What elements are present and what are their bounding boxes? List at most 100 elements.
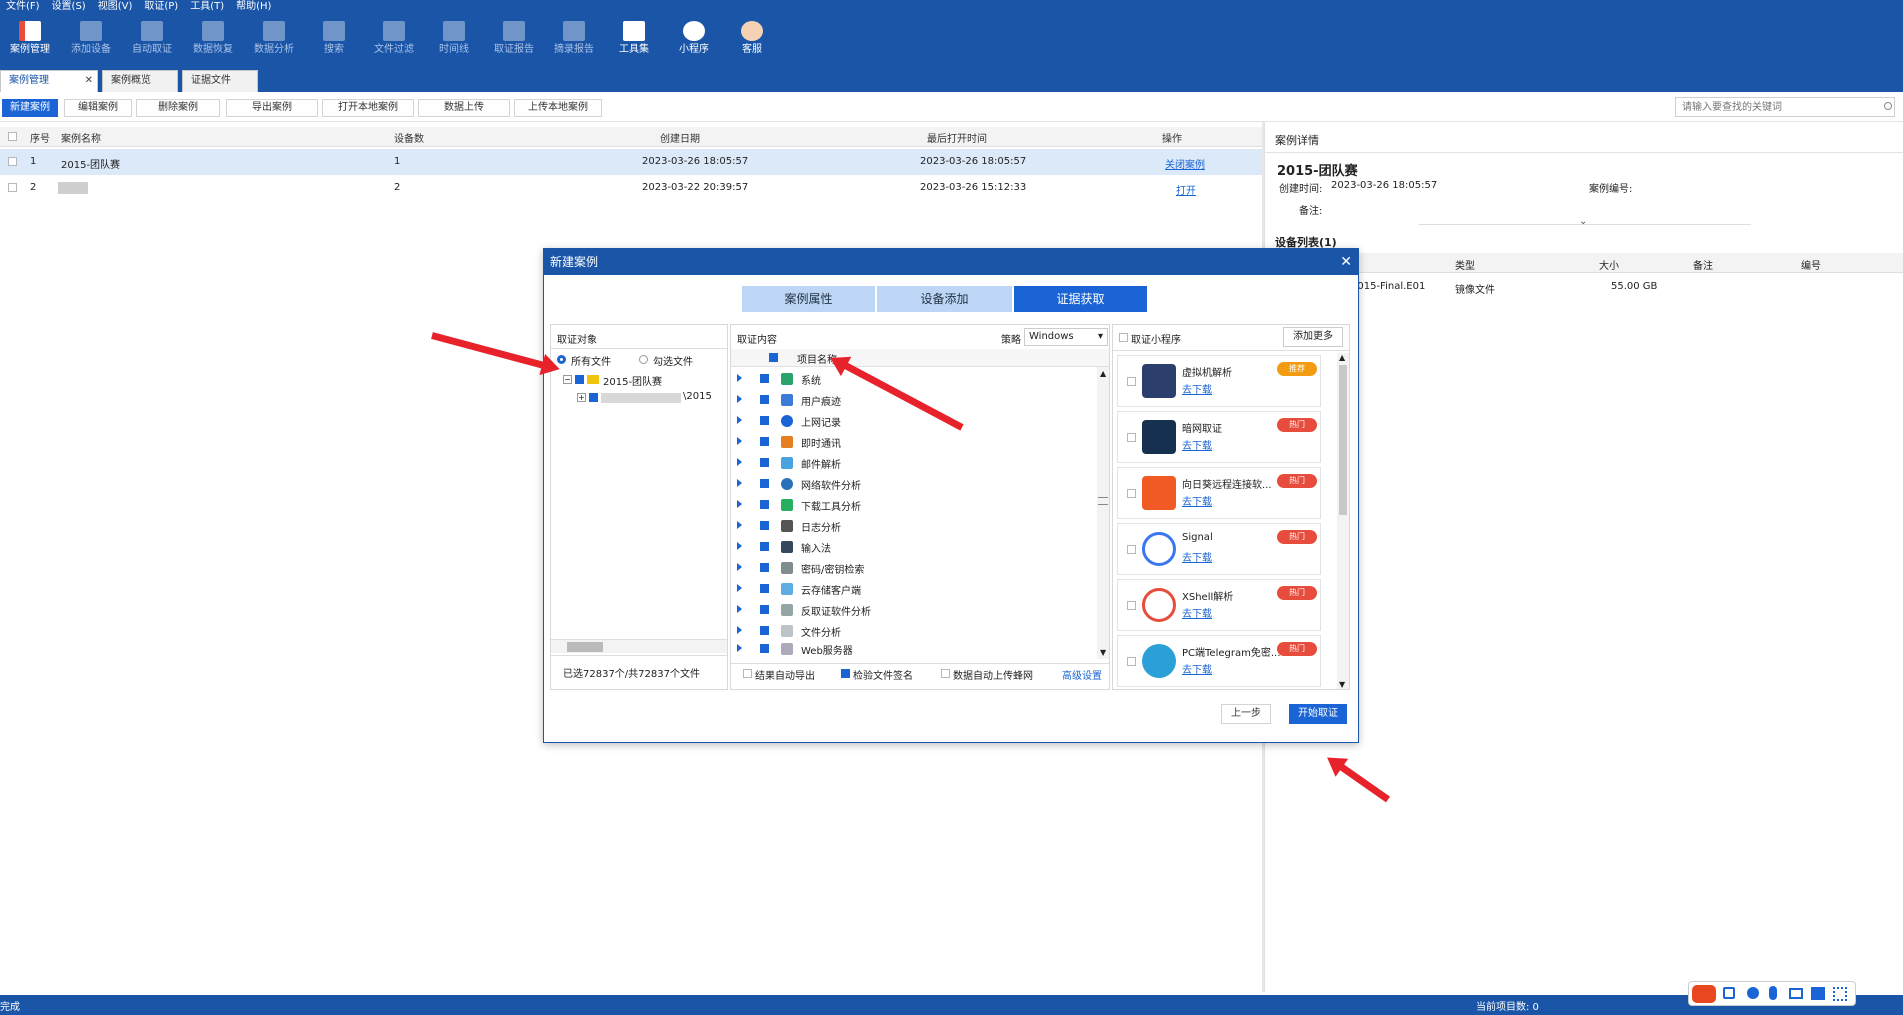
toolbar-recover-button[interactable]: 数据恢复 [183,16,243,62]
scroll-thumb[interactable] [1098,497,1108,505]
expand-icon[interactable] [737,521,742,529]
punct-icon[interactable] [1747,987,1759,999]
app-checkbox[interactable] [1127,433,1136,442]
toolbar-search-button[interactable]: 搜索 [304,16,364,62]
download-link[interactable]: 去下载 [1182,605,1212,620]
h-scrollbar[interactable] [551,639,727,653]
select-all-checkbox[interactable] [8,132,17,141]
list-item[interactable]: 下载工具分析 [737,495,1097,515]
toolbar-miniapp-button[interactable]: 小程序 [664,16,724,62]
ime-toolbar[interactable] [1688,981,1856,1006]
list-item[interactable]: 输入法 [737,537,1097,557]
scroll-up-icon[interactable]: ▲ [1100,369,1106,378]
miniapp-card[interactable]: XShell解析 去下载 热门 [1117,579,1321,631]
last-item-row[interactable]: Web服务器 [737,639,1103,659]
collapse-icon[interactable]: − [563,375,572,384]
step-evidence[interactable]: 证据获取 [1014,286,1147,312]
app-checkbox[interactable] [1127,601,1136,610]
delete-case-button[interactable]: 删除案例 [136,99,220,117]
lang-icon[interactable] [1723,987,1735,999]
list-item[interactable]: 系统 [737,369,1097,389]
item-checkbox[interactable] [760,626,769,635]
device-row[interactable]: 2015-Final.E01 镜像文件 55.00 GB [1275,277,1903,299]
v-scrollbar[interactable]: ▲ ▼ [1337,353,1349,689]
scroll-up-icon[interactable]: ▲ [1339,353,1345,362]
toolbar-case-manage-button[interactable]: 案例管理 [0,16,60,62]
scroll-down-icon[interactable]: ▼ [1100,648,1106,657]
toolbar-analysis-button[interactable]: 数据分析 [244,16,304,62]
miniapp-card[interactable]: 向日葵远程连接软... 去下载 热门 [1117,467,1321,519]
expand-icon[interactable] [737,584,742,592]
item-checkbox[interactable] [760,416,769,425]
menu-file[interactable]: 文件(F) [0,0,46,13]
toolbar-toolset-button[interactable]: 工具集 [604,16,664,62]
row-checkbox[interactable] [8,157,17,166]
toolbar-support-button[interactable]: 客服 [722,16,782,62]
auto-upload-checkbox[interactable] [941,669,950,678]
toolbar-timeline-button[interactable]: 时间线 [424,16,484,62]
list-item[interactable]: 反取证软件分析 [737,600,1097,620]
grid-icon[interactable] [1833,987,1847,1001]
item-checkbox[interactable] [760,374,769,383]
toolbar-auto-button[interactable]: 自动取证 [122,16,182,62]
menu-settings[interactable]: 设置(S) [46,0,92,13]
list-item[interactable]: 文件分析 [737,621,1097,639]
open-case-link[interactable]: 打开 [1176,182,1196,197]
close-icon[interactable]: ✕ [1340,249,1352,275]
list-item[interactable]: 密码/密钥检索 [737,558,1097,578]
list-item[interactable]: 日志分析 [737,516,1097,536]
advanced-settings-link[interactable]: 高级设置 [1062,667,1102,682]
item-checkbox[interactable] [760,479,769,488]
tab-case-manage[interactable]: 案例管理 ✕ [0,70,98,92]
item-checkbox[interactable] [760,584,769,593]
skin-icon[interactable] [1811,987,1825,1000]
expand-icon[interactable] [737,563,742,571]
scroll-thumb[interactable] [567,642,603,652]
miniapp-card[interactable]: PC端Telegram免密... 去下载 热门 [1117,635,1321,687]
upload-local-case-button[interactable]: 上传本地案例 [514,99,602,117]
item-checkbox[interactable] [760,458,769,467]
item-checkbox[interactable] [760,563,769,572]
expand-icon[interactable] [737,644,742,652]
table-row[interactable]: 1 2015-团队赛 1 2023-03-26 18:05:57 2023-03… [0,149,1262,175]
expand-icon[interactable] [737,374,742,382]
miniapp-card[interactable]: Signal 去下载 热门 [1117,523,1321,575]
toolbar-report-button[interactable]: 取证报告 [484,16,544,62]
keyboard-icon[interactable] [1789,988,1803,999]
expand-icon[interactable] [737,395,742,403]
scroll-down-icon[interactable]: ▼ [1339,680,1345,689]
expand-icon[interactable] [737,500,742,508]
expand-icon[interactable]: + [577,393,586,402]
auto-export-checkbox[interactable] [743,669,752,678]
chevron-down-icon[interactable]: ⌄ [1579,216,1587,227]
list-item[interactable]: 云存储客户端 [737,579,1097,599]
download-link[interactable]: 去下载 [1182,661,1212,676]
prev-step-button[interactable]: 上一步 [1221,704,1271,724]
new-case-button[interactable]: 新建案例 [2,99,58,117]
item-checkbox[interactable] [760,500,769,509]
verify-signature-checkbox[interactable] [841,669,850,678]
item-checkbox[interactable] [760,521,769,530]
download-link[interactable]: 去下载 [1182,381,1212,396]
export-case-button[interactable]: 导出案例 [226,99,318,117]
tree-child-checkbox[interactable] [589,393,598,402]
table-row[interactable]: 2 2 2023-03-22 20:39:57 2023-03-26 15:12… [0,175,1262,201]
expand-icon[interactable] [737,479,742,487]
item-checkbox[interactable] [760,605,769,614]
download-link[interactable]: 去下载 [1182,493,1212,508]
miniapp-checkbox[interactable] [1119,333,1128,342]
strategy-select[interactable]: Windows ▾ [1024,328,1108,346]
open-local-case-button[interactable]: 打开本地案例 [322,99,414,117]
menu-view[interactable]: 视图(V) [92,0,139,13]
app-checkbox[interactable] [1127,545,1136,554]
list-item[interactable]: 上网记录 [737,411,1097,431]
tab-evidence-files[interactable]: 证据文件 [182,70,258,92]
close-icon[interactable]: ✕ [85,71,93,91]
miniapp-card[interactable]: 虚拟机解析 去下载 推荐 [1117,355,1321,407]
step-case-properties[interactable]: 案例属性 [742,286,875,312]
expand-icon[interactable] [737,605,742,613]
edit-case-button[interactable]: 编辑案例 [64,99,132,117]
v-scrollbar[interactable]: ▲ ▼ [1097,367,1109,659]
content-select-all-checkbox[interactable] [769,353,778,362]
data-upload-button[interactable]: 数据上传 [418,99,510,117]
